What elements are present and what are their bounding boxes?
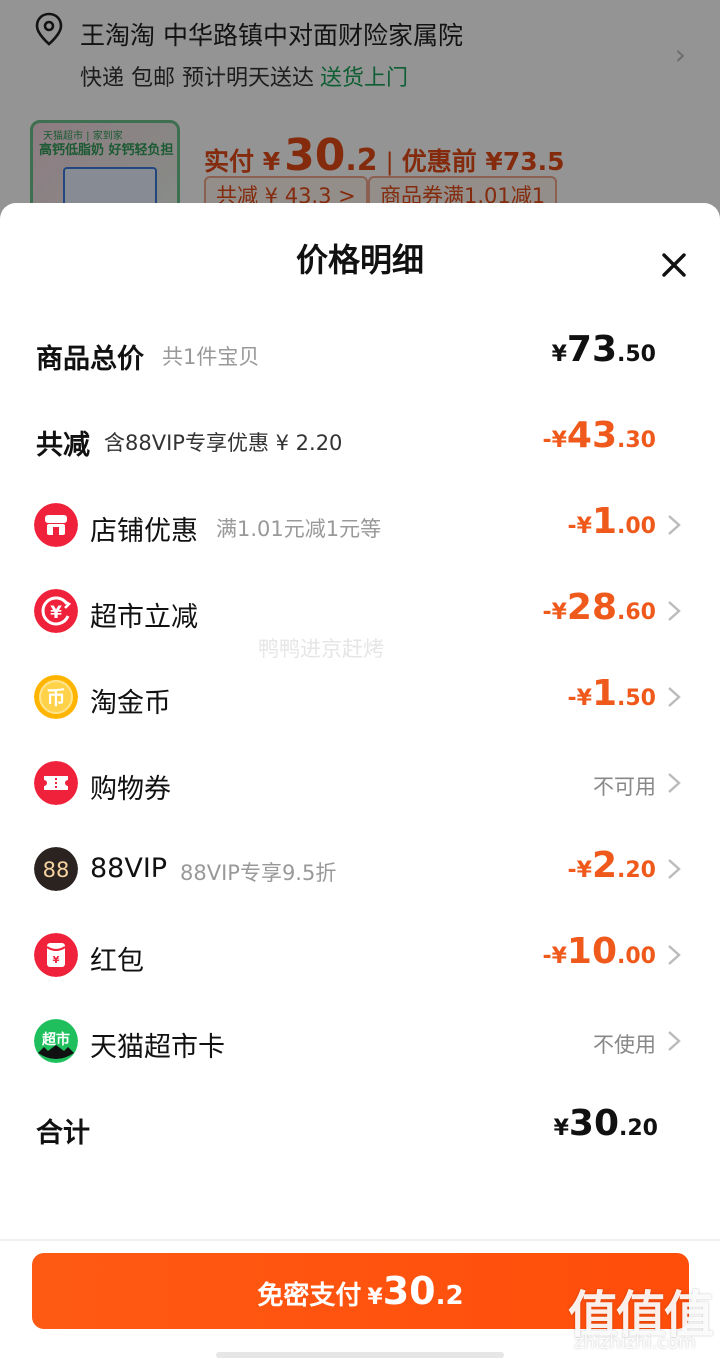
watermark-url: zhizhizhi.com	[574, 1332, 696, 1353]
shop-icon	[34, 503, 78, 547]
chevron-right-icon	[668, 773, 681, 793]
coin-label: 淘金币	[90, 688, 171, 719]
pay-button-label: 免密支付	[257, 1281, 362, 1311]
shop-discount-label: 店铺优惠	[90, 516, 198, 547]
subtotal-amount: ¥73.50	[551, 329, 656, 370]
svg-text:88: 88	[43, 858, 70, 882]
vip-desc: 88VIP专享9.5折	[180, 861, 337, 885]
chevron-right-icon	[668, 687, 681, 707]
chevron-right-icon	[668, 945, 681, 965]
shop-discount-amount: -¥1.00	[567, 501, 657, 542]
dim-overlay[interactable]	[0, 0, 720, 230]
row-subtotal: 商品总价 共1件宝贝 ¥73.50	[0, 323, 720, 383]
svg-text:¥: ¥	[50, 603, 62, 623]
total-cut-amount: -¥43.30	[542, 415, 656, 456]
market-card-status: 不使用	[593, 1033, 656, 1057]
row-market-cut[interactable]: ¥ 超市立减 -¥28.60	[0, 581, 720, 641]
pay-button-dec: .2	[435, 1281, 464, 1311]
vip-88-icon: 88	[34, 847, 78, 891]
row-shopping-voucher[interactable]: 购物券 不可用	[0, 753, 720, 813]
vip-label: 88VIP	[90, 853, 168, 884]
voucher-label: 购物券	[90, 774, 171, 805]
pay-button-yen: ¥	[367, 1285, 383, 1310]
row-shop-discount[interactable]: 店铺优惠 满1.01元减1元等 -¥1.00	[0, 495, 720, 555]
divider	[0, 1239, 720, 1241]
voucher-status: 不可用	[593, 775, 656, 799]
red-packet-amount: -¥10.00	[542, 931, 656, 972]
red-packet-label: 红包	[90, 946, 144, 977]
chevron-right-icon	[668, 515, 681, 535]
close-icon[interactable]	[656, 247, 692, 283]
red-envelope-icon: ¥	[34, 933, 78, 977]
row-total-cut: 共减 含88VIP专享优惠 ¥ 2.20 -¥43.30	[0, 409, 720, 469]
pay-button-int: 30	[382, 1269, 436, 1313]
row-red-packet[interactable]: ¥ 红包 -¥10.00	[0, 925, 720, 985]
row-88vip[interactable]: 88 88VIP 88VIP专享9.5折 -¥2.20	[0, 839, 720, 899]
chevron-right-icon	[668, 601, 681, 621]
svg-text:超市: 超市	[41, 1031, 70, 1048]
yen-arrow-icon: ¥	[34, 589, 78, 633]
sheet-title: 价格明细	[295, 241, 424, 279]
price-details-sheet: 价格明细 商品总价 共1件宝贝 ¥73.50 共减 含88VIP专享优惠 ¥ 2…	[0, 203, 720, 1359]
row-market-card[interactable]: 超市 天猫超市卡 不使用	[0, 1011, 720, 1071]
chevron-right-icon	[668, 859, 681, 879]
total-cut-vip-note: 含88VIP专享优惠 ¥ 2.20	[104, 431, 343, 455]
svg-text:¥: ¥	[53, 955, 60, 966]
row-total: 合计 ¥30.20	[0, 1097, 720, 1157]
market-cut-amount: -¥28.60	[542, 587, 656, 628]
coin-icon: 币	[34, 675, 78, 719]
home-indicator[interactable]	[216, 1352, 504, 1358]
shop-discount-desc: 满1.01元减1元等	[216, 517, 382, 541]
ticket-icon	[34, 761, 78, 805]
chevron-right-icon	[668, 1031, 681, 1051]
total-amount: ¥30.20	[553, 1103, 658, 1144]
market-cut-label: 超市立减	[90, 602, 198, 633]
watermark-center: 鸭鸭进京赶烤	[258, 637, 384, 661]
vip-amount: -¥2.20	[567, 845, 657, 886]
svg-text:币: 币	[46, 687, 65, 709]
subtotal-count: 共1件宝贝	[162, 345, 260, 369]
market-card-icon: 超市	[34, 1019, 78, 1063]
coin-amount: -¥1.50	[567, 673, 657, 714]
total-label: 合计	[36, 1118, 90, 1149]
market-card-label: 天猫超市卡	[90, 1032, 225, 1063]
subtotal-label: 商品总价	[36, 344, 144, 375]
row-taobao-coin[interactable]: 币 淘金币 -¥1.50	[0, 667, 720, 727]
total-cut-label: 共减	[36, 430, 90, 461]
